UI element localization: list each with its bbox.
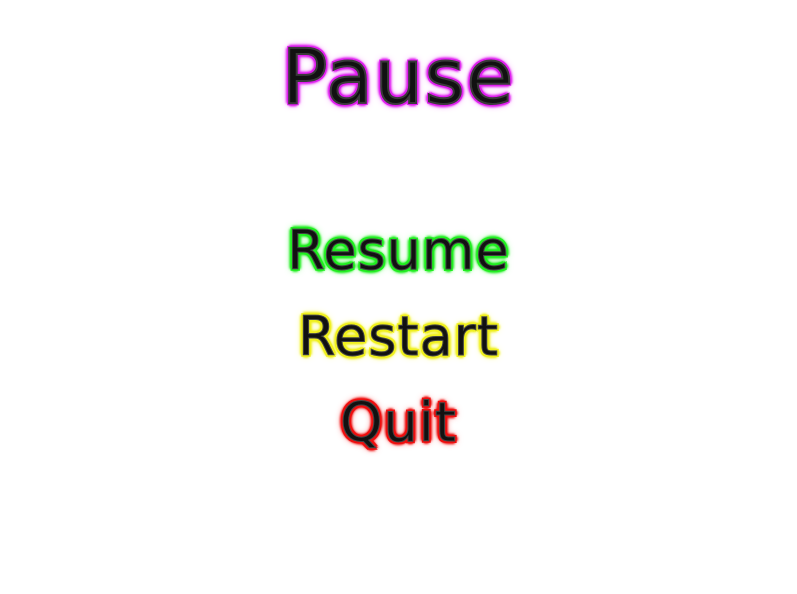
- pause-screen: Pause Resume Restart Quit: [0, 0, 797, 594]
- pause-menu: Resume Restart Quit: [0, 208, 797, 466]
- restart-button[interactable]: Restart: [292, 294, 505, 380]
- pause-title: Pause: [281, 31, 516, 122]
- quit-button[interactable]: Quit: [334, 380, 463, 466]
- resume-button[interactable]: Resume: [281, 208, 516, 294]
